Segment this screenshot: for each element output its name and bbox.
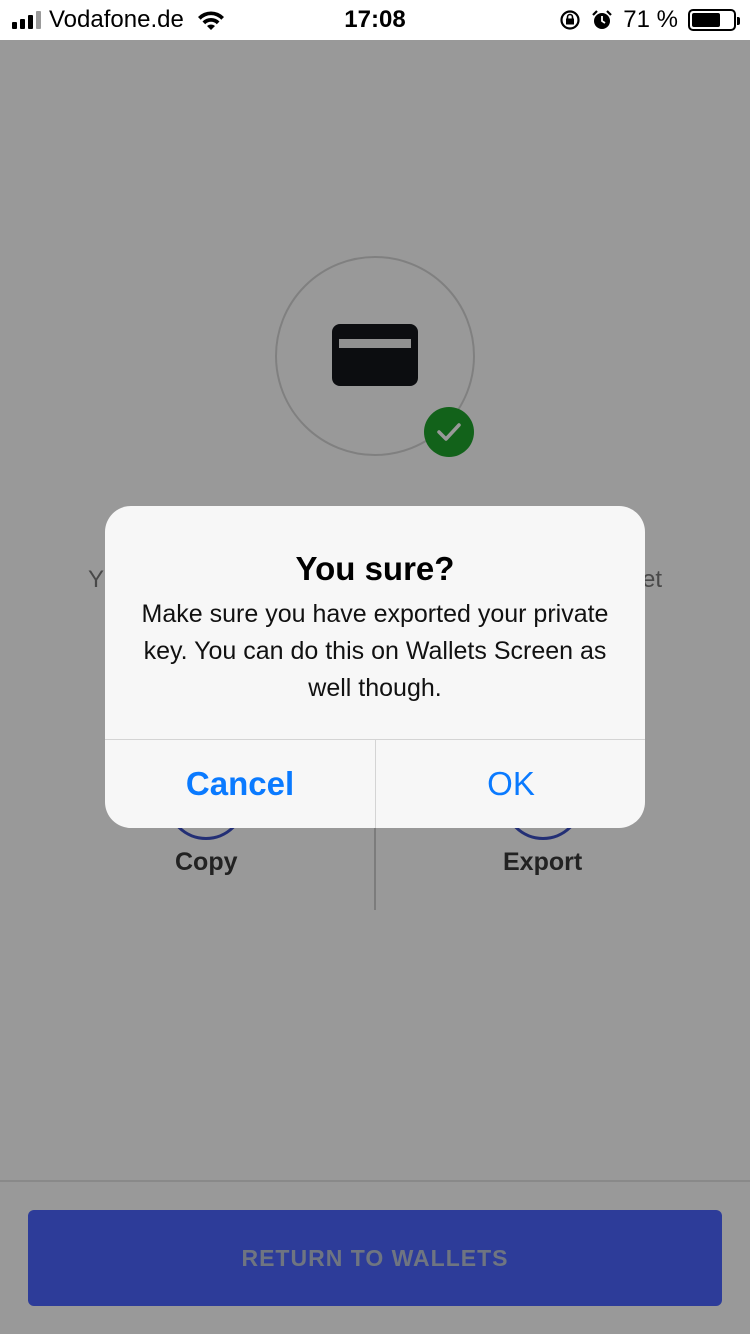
alert-message: Make sure you have exported your private… [141,600,609,702]
battery-icon [688,9,740,31]
alert-title: You sure? [295,550,455,587]
ok-button[interactable]: OK [376,740,645,828]
alarm-icon [592,10,613,29]
cancel-button[interactable]: Cancel [105,740,375,828]
confirm-alert: You sure? Make sure you have exported yo… [105,506,645,828]
battery-percent: 71 % [623,6,678,33]
status-bar: Vodafone.de 17:08 71 % [0,0,750,40]
status-right: 71 % [559,6,740,34]
rotation-lock-icon [560,10,580,30]
battery-fill [692,13,721,27]
